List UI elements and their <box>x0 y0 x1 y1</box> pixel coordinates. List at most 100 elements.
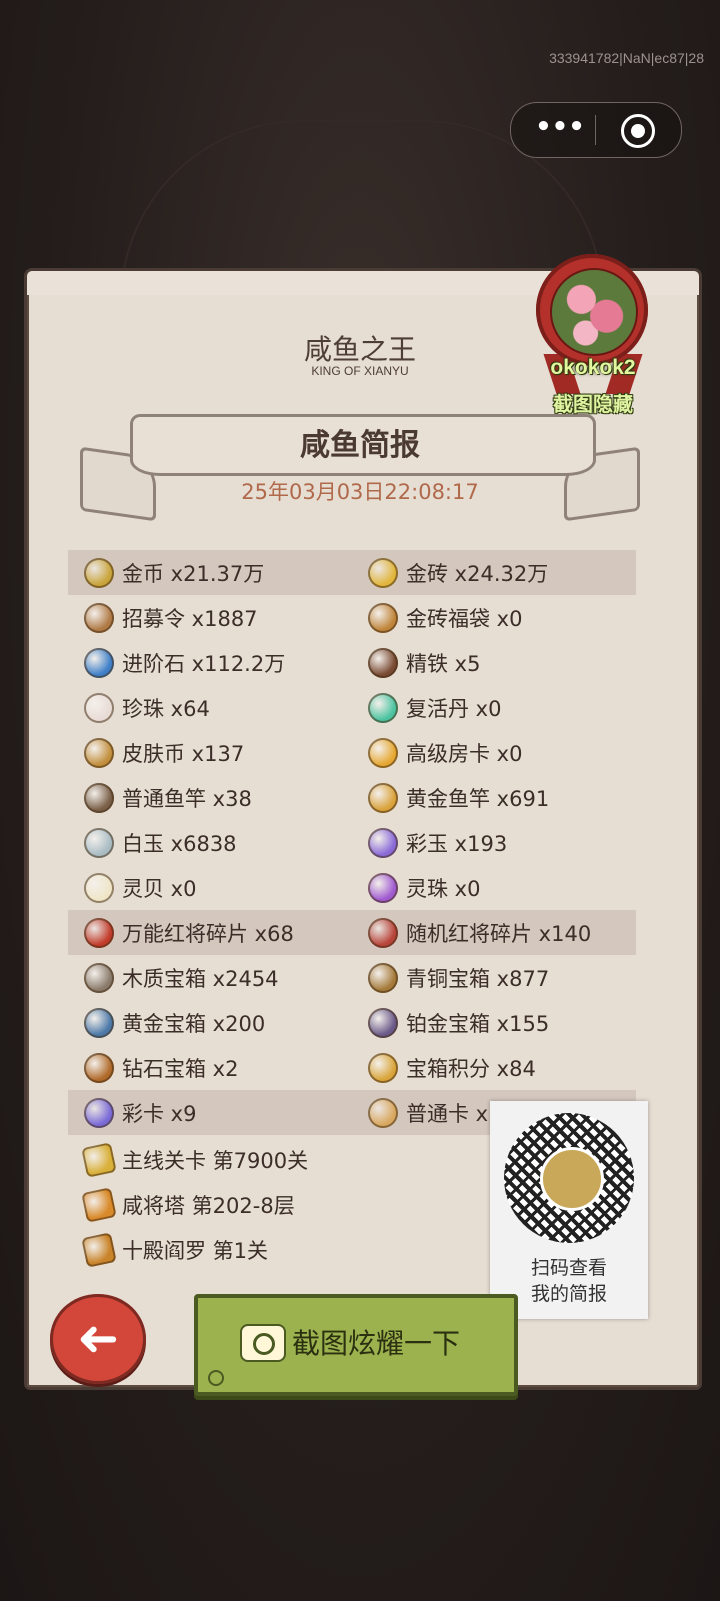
yama-icon <box>81 1231 117 1268</box>
resource-row: 黄金宝箱 x200 铂金宝箱 x155 <box>68 1000 636 1045</box>
resource-item: 万能红将碎片 x68 <box>84 910 294 955</box>
revive-pill-icon <box>368 692 398 723</box>
resource-item: 宝箱积分 x84 <box>368 1045 536 1090</box>
qr-caption-line1: 扫码查看 <box>530 1257 607 1279</box>
resource-item: 珍珠 x64 <box>84 685 210 730</box>
resource-row: 招募令 x1887 金砖福袋 x0 <box>68 595 636 640</box>
resource-item: 彩玉 x193 <box>368 820 507 865</box>
spirit-orb-icon <box>368 872 398 903</box>
capsule-divider <box>595 115 596 145</box>
resource-label: 万能红将碎片 x68 <box>122 921 294 946</box>
resource-item: 金砖 x24.32万 <box>368 550 548 595</box>
platinum-chest-icon <box>368 1007 398 1038</box>
report-title: 咸鱼简报 <box>300 428 420 463</box>
resource-item: 普通卡 x <box>368 1090 488 1135</box>
resource-label: 白玉 x6838 <box>122 831 237 856</box>
white-jade-icon <box>84 827 114 858</box>
close-miniprogram-button[interactable] <box>621 114 655 148</box>
resource-item: 高级房卡 x0 <box>368 730 522 775</box>
screenshot-hide-toggle[interactable]: 截图隐藏 <box>530 388 656 417</box>
resource-item: 精铁 x5 <box>368 640 480 685</box>
resource-item: 灵贝 x0 <box>84 865 196 910</box>
resource-label: 皮肤币 x137 <box>122 741 245 766</box>
resource-label: 青铜宝箱 x877 <box>406 966 550 991</box>
resource-item: 白玉 x6838 <box>84 820 237 865</box>
resource-label: 精铁 x5 <box>406 651 481 676</box>
recruit-token-icon <box>84 602 114 633</box>
chest-points-icon <box>368 1052 398 1083</box>
resource-item: 金币 x21.37万 <box>84 550 264 595</box>
resource-label: 普通卡 x <box>406 1101 489 1126</box>
color-card-icon <box>84 1097 114 1128</box>
resource-label: 宝箱积分 x84 <box>406 1056 536 1081</box>
resource-label: 铂金宝箱 x155 <box>406 1011 550 1036</box>
colored-jade-icon <box>368 827 398 858</box>
resource-label: 黄金宝箱 x200 <box>122 1011 266 1036</box>
resource-item: 复活丹 x0 <box>368 685 501 730</box>
resource-row: 灵贝 x0 灵珠 x0 <box>68 865 636 910</box>
more-options-button[interactable]: ••• <box>535 114 585 143</box>
resource-row: 进阶石 x112.2万 精铁 x5 <box>68 640 636 685</box>
normal-rod-icon <box>84 782 114 813</box>
resource-row: 皮肤币 x137 高级房卡 x0 <box>68 730 636 775</box>
progress-label: 主线关卡 第7900关 <box>122 1148 309 1173</box>
random-shard-icon <box>368 917 398 948</box>
share-screenshot-button[interactable]: 截图炫耀一下 <box>194 1294 518 1396</box>
resource-item: 彩卡 x9 <box>84 1090 196 1135</box>
resource-label: 高级房卡 x0 <box>406 741 523 766</box>
advance-stone-icon <box>84 647 114 678</box>
resource-row: 万能红将碎片 x68 随机红将碎片 x140 <box>68 910 636 955</box>
resource-item: 黄金宝箱 x200 <box>84 1000 265 1045</box>
resource-item: 普通鱼竿 x38 <box>84 775 252 820</box>
resource-item: 灵珠 x0 <box>368 865 480 910</box>
resource-item: 随机红将碎片 x140 <box>368 910 591 955</box>
resource-label: 普通鱼竿 x38 <box>122 786 252 811</box>
resource-item: 青铜宝箱 x877 <box>368 955 549 1000</box>
resource-label: 钻石宝箱 x2 <box>122 1056 239 1081</box>
resource-label: 复活丹 x0 <box>406 696 502 721</box>
resource-label: 进阶石 x112.2万 <box>122 651 286 676</box>
lucky-bag-icon <box>368 602 398 633</box>
resource-item: 招募令 x1887 <box>84 595 258 640</box>
resource-item: 铂金宝箱 x155 <box>368 1000 549 1045</box>
bronze-chest-icon <box>368 962 398 993</box>
golden-rod-icon <box>368 782 398 813</box>
resource-row: 金币 x21.37万 金砖 x24.32万 <box>68 550 636 595</box>
resource-label: 彩玉 x193 <box>406 831 508 856</box>
progress-label: 十殿阎罗 第1关 <box>122 1238 269 1263</box>
wooden-chest-icon <box>84 962 114 993</box>
resource-item: 钻石宝箱 x2 <box>84 1045 238 1090</box>
room-card-icon <box>368 737 398 768</box>
resource-row: 木质宝箱 x2454 青铜宝箱 x877 <box>68 955 636 1000</box>
share-button-label: 截图炫耀一下 <box>292 1327 461 1360</box>
resource-item: 木质宝箱 x2454 <box>84 955 279 1000</box>
gold-chest-icon <box>84 1007 114 1038</box>
pin-decoration <box>208 1370 224 1386</box>
avatar <box>550 268 638 356</box>
resource-label: 木质宝箱 x2454 <box>122 966 279 991</box>
resource-label: 灵珠 x0 <box>406 876 481 901</box>
resource-label: 金砖 x24.32万 <box>406 561 549 586</box>
resource-label: 黄金鱼竿 x691 <box>406 786 550 811</box>
spirit-shell-icon <box>84 872 114 903</box>
resource-row: 白玉 x6838 彩玉 x193 <box>68 820 636 865</box>
back-arrow-icon: ➜ <box>77 1309 119 1367</box>
resource-item: 黄金鱼竿 x691 <box>368 775 549 820</box>
resource-label: 金币 x21.37万 <box>122 561 265 586</box>
gold-brick-icon <box>368 557 398 588</box>
progress-label: 咸将塔 第202-8层 <box>122 1193 295 1218</box>
resource-row: 普通鱼竿 x38 黄金鱼竿 x691 <box>68 775 636 820</box>
diamond-chest-icon <box>84 1052 114 1083</box>
resource-label: 珍珠 x64 <box>122 696 210 721</box>
report-timestamp: 25年03月03日22:08:17 <box>241 480 479 504</box>
gold-coin-icon <box>84 557 114 588</box>
resource-item: 金砖福袋 x0 <box>368 595 522 640</box>
resource-label: 灵贝 x0 <box>122 876 197 901</box>
resource-list: 金币 x21.37万 金砖 x24.32万招募令 x1887 金砖福袋 x0 进阶石 … <box>68 550 636 1135</box>
back-button[interactable]: ➜ <box>50 1294 146 1384</box>
universal-shard-icon <box>84 917 114 948</box>
resource-row: 钻石宝箱 x2 宝箱积分 x84 <box>68 1045 636 1090</box>
miniprogram-capsule: ••• <box>510 102 682 158</box>
resource-label: 金砖福袋 x0 <box>406 606 523 631</box>
resource-label: 招募令 x1887 <box>122 606 258 631</box>
